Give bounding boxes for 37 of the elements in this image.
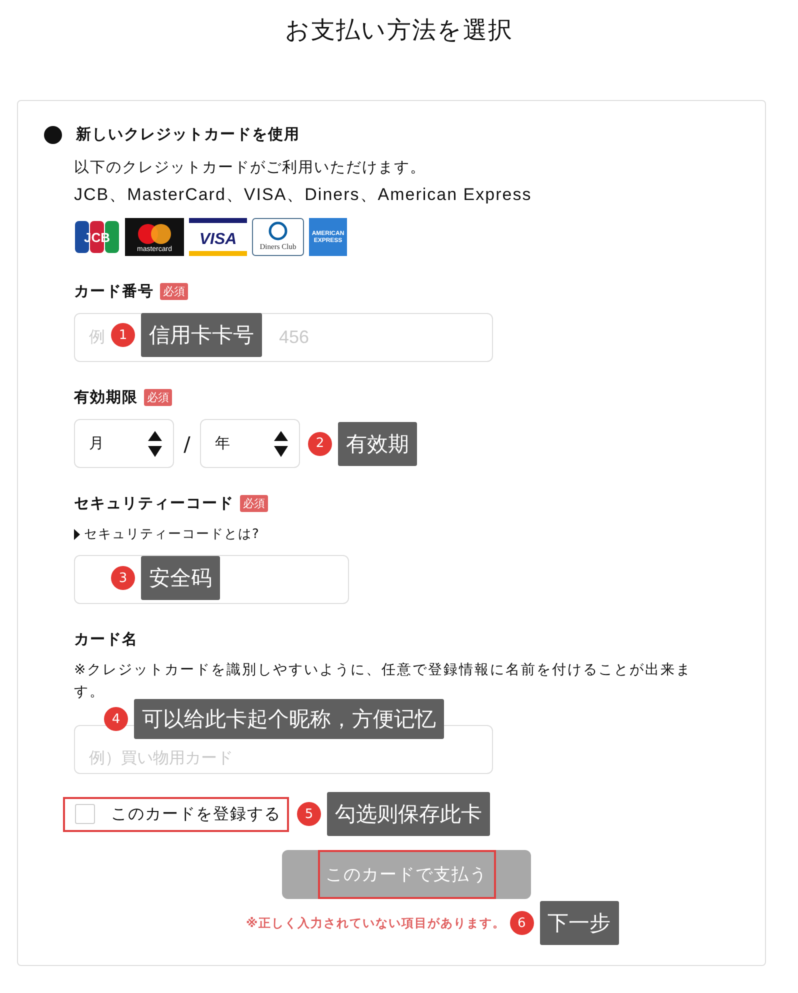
callout-label: 安全码 [141,556,220,600]
date-separator: / [182,432,192,456]
error-message: ※正しく入力されていない項目があります。 [246,914,506,932]
callout-label: 可以给此卡起个昵称，方便记忆 [134,699,444,739]
security-code-field[interactable]: 3 安全码 [74,555,349,604]
step-number: 4 [104,707,128,731]
sort-arrows-icon [148,430,162,456]
required-tag: 必須 [144,389,172,406]
sort-arrows-icon [274,430,288,456]
step-number: 3 [111,566,135,590]
year-select[interactable]: 年 [200,419,300,468]
visa-logo: VISA [189,218,247,256]
option-label: 新しいクレジットカードを使用 [76,125,300,144]
month-select[interactable]: 月 [74,419,174,468]
field-label: カード名 [74,630,138,649]
field-label: カード番号 [74,282,154,301]
callout-label: 有效期 [338,422,417,466]
radio-button[interactable] [44,126,62,144]
accepted-cards-note: 以下のクレジットカードがご利用いただけます。 [74,158,427,177]
card-name-note: ※クレジットカードを識別しやすいように、任意で登録情報に名前を付けることが出来ます。 [74,661,693,702]
save-card-checkbox[interactable]: このカードを登録する [63,796,289,832]
required-tag: 必須 [160,283,188,300]
callout-label: 勾选则保存此卡 [327,792,490,836]
callout-label: 下一步 [540,901,619,945]
step-number: 6 [510,911,534,935]
checkbox[interactable] [75,804,95,824]
caret-icon [74,528,80,540]
required-tag: 必須 [240,495,268,512]
step-number: 1 [111,323,135,347]
callout-label: 信用卡卡号 [141,313,262,357]
step-number: 5 [297,802,321,826]
accepted-brands: JCB、MasterCard、VISA、Diners、American Express [74,184,533,206]
step-number: 2 [308,432,332,456]
page-title: お支払い方法を選択 [284,15,514,46]
field-label: 有効期限 [74,388,138,407]
help-link[interactable]: セキュリティーコードとは? [84,525,260,543]
field-label: セキュリティーコード [74,494,234,513]
